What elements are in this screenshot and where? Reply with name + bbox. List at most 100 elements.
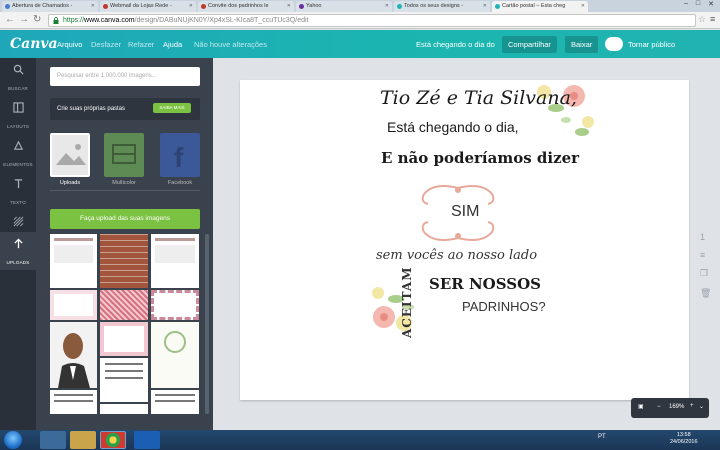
download-button[interactable]: Baixar [565,36,599,53]
elements-icon [13,140,23,150]
upload-photo-thumbnail[interactable] [50,322,97,388]
card-line-2[interactable]: Está chegando o dia, [387,119,519,135]
page-number[interactable]: 1 [700,232,705,242]
upload-thumbnail[interactable] [50,234,97,288]
rail-item-search[interactable]: BUSCAR [0,58,36,96]
page-move-icon[interactable]: ≡ [700,250,705,260]
divider [50,190,200,191]
maximize-icon[interactable]: □ [696,0,700,12]
upload-thumbnail[interactable] [50,290,97,320]
chrome-icon[interactable] [100,431,126,449]
window-controls: – □ ✕ [660,0,720,12]
browser-tab[interactable]: Abertura de Chamados - ✕ [2,1,98,12]
browser-tab[interactable]: Yahoo ✕ [296,1,392,12]
forward-arrow-icon[interactable]: → [19,15,29,25]
upload-thumbnail[interactable] [151,322,199,388]
clock-date: 24/06/2016 [670,439,698,445]
upload-thumbnail[interactable] [151,290,199,320]
card-ser-nossos[interactable]: SER NOSSOS [429,275,541,293]
tab-close-icon[interactable]: ✕ [483,3,487,9]
card-padrinhos[interactable]: PADRINHOS? [462,299,546,314]
card-greeting[interactable]: Tio Zé e Tia Silvana, [380,87,577,109]
search-icon [13,64,24,75]
media-player-icon[interactable] [40,431,66,449]
tab-close-icon[interactable]: ✕ [287,3,291,9]
menu-ajuda[interactable]: Ajuda [163,40,182,49]
learn-more-button[interactable]: SAIBA MAIS [153,103,191,113]
back-arrow-icon[interactable]: ← [5,15,15,25]
source-label-multicolor: Multicolor [112,180,136,186]
rail-item-uploads[interactable]: UPLOADS [0,232,36,270]
text-icon [14,179,22,189]
menu-arquivo[interactable]: Arquivo [57,40,82,49]
language-indicator[interactable]: PT [598,434,606,440]
zoom-in-icon[interactable]: + [690,403,694,409]
browser-tab[interactable]: Convite dos padrinhos le ✕ [198,1,294,12]
tab-label: Yahoo [306,3,322,9]
upload-thumbnail[interactable] [100,358,148,402]
menu-refazer[interactable]: Refazer [128,40,154,49]
make-public-label: Tornar público [628,40,676,49]
source-multicolor[interactable] [104,133,144,177]
tab-favicon-icon [397,4,402,9]
reload-icon[interactable]: ↻ [33,15,41,25]
present-icon[interactable]: ▣ [638,403,644,410]
upload-thumbnail[interactable] [151,390,199,414]
upload-thumbnail[interactable] [151,234,199,288]
url-path: /design/DABuNUjKN0Y/Xp4xSL-KIca8T_ccuTUc… [134,17,309,24]
tab-close-icon[interactable]: ✕ [189,3,193,9]
minimize-icon[interactable]: – [684,0,688,12]
rail-item-text[interactable]: TEXTO [0,172,36,210]
tab-close-icon[interactable]: ✕ [581,3,585,9]
copy-page-icon[interactable]: ❐ [700,268,708,279]
file-explorer-icon[interactable] [70,431,96,449]
upload-images-button[interactable]: Faça upload das suas imagens [50,209,200,229]
start-button-icon[interactable] [4,431,22,449]
tab-close-icon[interactable]: ✕ [91,3,95,9]
upload-thumbnail[interactable] [100,322,148,356]
image-search-input[interactable]: Pesquisar entre 1.000.000 imagens... [50,67,200,86]
tab-favicon-icon [201,4,206,9]
wreath-icon [164,331,186,353]
multicolor-icon [112,144,136,164]
tab-favicon-icon [495,4,500,9]
public-toggle[interactable] [605,37,623,51]
menu-desfazer[interactable]: Desfazer [91,40,121,49]
card-line-3[interactable]: E não poderíamos dizer [381,149,579,167]
browser-menu-icon[interactable]: ≡ [710,14,715,24]
rail-item-elements[interactable]: ELEMENTOS [0,134,36,172]
browser-tab[interactable]: Webmail da Lojas Rede - ✕ [100,1,196,12]
delete-page-icon[interactable]: 🗑 [700,288,711,299]
url-scheme: https:// [63,17,85,24]
rail-item-layouts[interactable]: LAYOUTS [0,96,36,134]
upload-thumbnail[interactable] [100,290,148,320]
upload-thumbnail[interactable] [100,404,148,414]
share-button[interactable]: Compartilhar [502,36,557,53]
folder-promo-label: Crie suas próprias pastas [57,106,126,112]
rail-label: BUSCAR [8,86,28,91]
zoom-dropdown-icon[interactable]: ⌄ [699,403,704,410]
tab-close-icon[interactable]: ✕ [385,3,389,9]
source-uploads[interactable] [50,133,90,177]
url-host: www.canva.com [84,17,135,24]
design-title[interactable]: Está chegando o dia do [416,40,495,49]
upload-thumbnail[interactable] [100,234,148,288]
close-window-icon[interactable]: ✕ [708,0,714,12]
card-aceitam[interactable]: ACEITAM [400,267,414,339]
canva-logo[interactable]: Canva [10,36,58,52]
source-facebook[interactable]: f [160,133,200,177]
browser-tab-active[interactable]: Cartão postal – Esta cheg ✕ [492,1,588,12]
browser-tab[interactable]: Todos os seus designs - ✕ [394,1,490,12]
tab-label: Todos os seus designs - [404,3,464,9]
bookmark-star-icon[interactable]: ☆ [698,14,706,25]
system-clock[interactable]: 13:58 24/06/2016 [670,432,698,446]
tab-label: Cartão postal – Esta cheg [502,3,566,9]
card-sim[interactable]: SIM [451,203,479,221]
outlook-icon[interactable] [134,431,160,449]
card-line-4[interactable]: sem vocês ao nosso lado [376,248,537,263]
upload-thumbnail[interactable] [50,390,97,414]
url-field[interactable]: https://www.canva.com/design/DABuNUjKN0Y… [48,14,696,27]
zoom-out-icon[interactable]: − [657,404,661,410]
panel-scrollbar[interactable] [205,234,209,414]
postcard-canvas[interactable]: Tio Zé e Tia Silvana, Está chegando o di… [240,80,689,400]
